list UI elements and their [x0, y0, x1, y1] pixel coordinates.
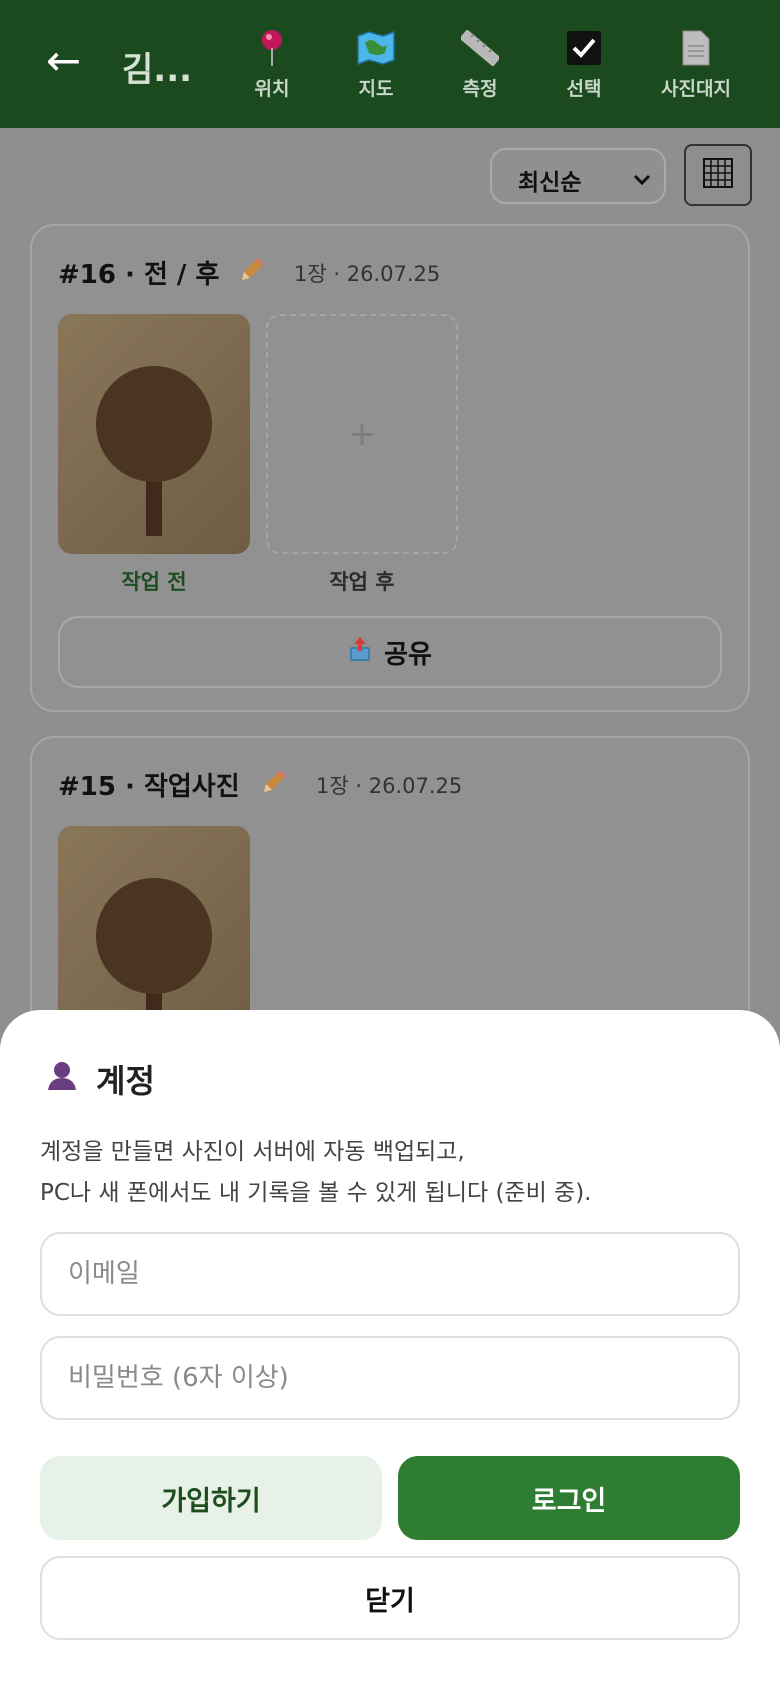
page-title: 김...: [122, 50, 193, 90]
ruler-icon: [428, 28, 532, 68]
card-title: #15 · 작업사진: [58, 772, 240, 802]
sort-select[interactable]: 최신순: [490, 148, 666, 204]
grid-icon: [703, 158, 733, 192]
account-sheet: 계정 계정을 만들면 사진이 서버에 자동 백업되고, PC나 새 폰에서도 내…: [0, 1010, 780, 1688]
location-label: 위치: [254, 78, 290, 100]
map-button[interactable]: 지도: [324, 28, 428, 101]
select-label: 선택: [566, 78, 602, 100]
pushpin-icon: [220, 28, 324, 68]
share-button[interactable]: 공유: [58, 616, 722, 688]
document-icon: [644, 28, 748, 68]
map-icon: [324, 28, 428, 68]
measure-button[interactable]: 측정: [428, 28, 532, 101]
share-icon: [348, 635, 372, 670]
password-field[interactable]: [40, 1336, 740, 1420]
sheet-header: 계정: [46, 1056, 155, 1102]
edit-pencil-icon[interactable]: [238, 254, 268, 288]
map-label: 지도: [358, 78, 394, 100]
share-label: 공유: [384, 639, 432, 670]
after-label: 작업 후: [329, 570, 395, 594]
sort-value: 최신순: [518, 170, 582, 196]
description-line-2: PC나 새 폰에서도 내 기록을 볼 수 있게 됩니다 (준비 중).: [40, 1180, 592, 1206]
checkbox-icon: [532, 28, 636, 68]
edit-pencil-icon[interactable]: [260, 766, 290, 800]
description-line-1: 계정을 만들면 사진이 서버에 자동 백업되고,: [40, 1139, 465, 1165]
close-button[interactable]: 닫기: [40, 1556, 740, 1640]
app-header: ← 김... 위치 지도 측정 선택 사진대지: [0, 0, 780, 128]
sheet-description: 계정을 만들면 사진이 서버에 자동 백업되고, PC나 새 폰에서도 내 기록…: [40, 1132, 740, 1214]
before-label: 작업 전: [121, 570, 187, 594]
add-after-photo-slot[interactable]: +: [266, 314, 458, 554]
card-meta: 1장 · 26.07.25: [294, 262, 441, 286]
user-icon: [46, 1059, 78, 1099]
location-button[interactable]: 위치: [220, 28, 324, 101]
photo-ledger-label: 사진대지: [661, 78, 731, 100]
card-title: #16 · 전 / 후: [58, 260, 220, 290]
measure-label: 측정: [462, 78, 498, 100]
before-photo[interactable]: [58, 314, 250, 554]
sheet-title: 계정: [96, 1062, 155, 1100]
grid-view-button[interactable]: [684, 144, 752, 206]
select-button[interactable]: 선택: [532, 28, 636, 101]
card-meta: 1장 · 26.07.25: [316, 774, 463, 798]
chevron-down-icon: [632, 167, 652, 193]
photo-card: #16 · 전 / 후 1장 · 26.07.25 + 작업 전 작업 후 공유: [30, 224, 750, 712]
email-field[interactable]: [40, 1232, 740, 1316]
signup-button[interactable]: 가입하기: [40, 1456, 382, 1540]
login-button[interactable]: 로그인: [398, 1456, 740, 1540]
back-button[interactable]: ←: [46, 40, 81, 82]
photo-ledger-button[interactable]: 사진대지: [644, 28, 748, 101]
